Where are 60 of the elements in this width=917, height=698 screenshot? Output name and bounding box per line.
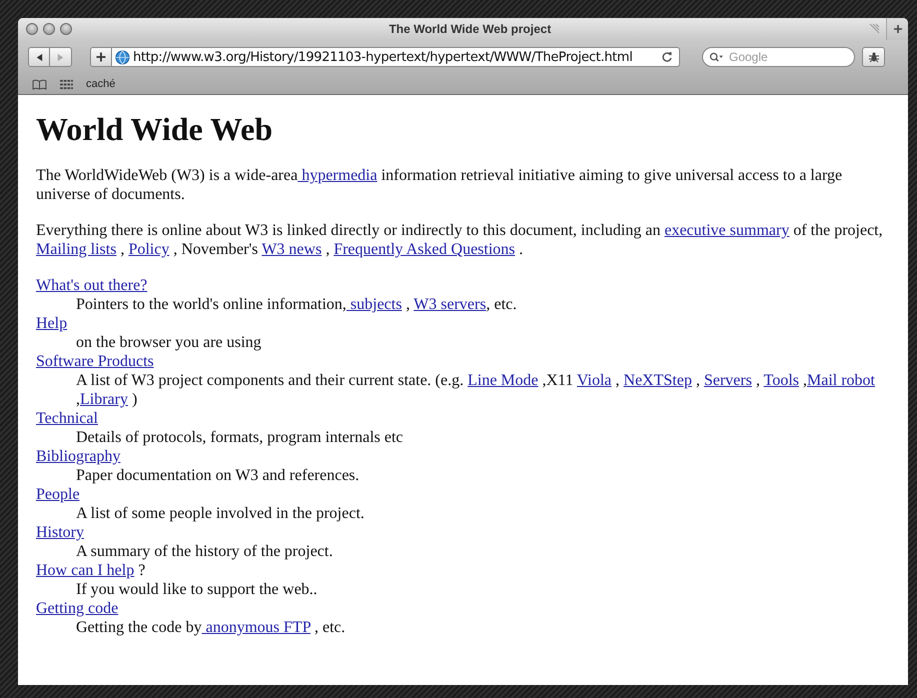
question-mark: ? <box>137 562 146 579</box>
bookmark-link[interactable]: caché <box>86 78 116 90</box>
text-link[interactable]: Mail robot <box>806 372 875 389</box>
topic-link[interactable]: Getting code <box>36 600 118 617</box>
text-link[interactable]: Frequently Asked Questions <box>334 241 516 258</box>
globe-icon <box>115 50 130 64</box>
topic-link[interactable]: History <box>36 524 84 541</box>
topic-description: Details of protocols, formats, program internals etc <box>75 428 404 447</box>
plus-icon <box>892 24 902 34</box>
topic-description: A list of some people involved in the project. <box>75 504 366 523</box>
text-link[interactable]: Viola <box>576 372 612 389</box>
topic-link[interactable]: Bibliography <box>36 448 120 465</box>
text-link[interactable]: Library <box>80 391 128 408</box>
text-link[interactable]: Policy <box>128 241 170 258</box>
back-button[interactable] <box>28 47 50 67</box>
resize-grip-icon <box>868 23 880 35</box>
minimize-button[interactable] <box>43 23 55 35</box>
plus-icon <box>96 52 106 62</box>
topic-description: Getting the code by anonymous FTP , etc. <box>75 618 346 637</box>
topic-link[interactable]: Software Products <box>36 353 154 370</box>
topic-link[interactable]: How can I help <box>36 562 134 579</box>
bug-button[interactable] <box>862 47 885 67</box>
text-link[interactable]: W3 servers <box>414 296 486 313</box>
book-icon[interactable] <box>32 78 47 90</box>
text-link[interactable]: executive summary <box>664 222 790 239</box>
zoom-button[interactable] <box>60 23 72 35</box>
text-link[interactable]: Mailing lists <box>36 241 116 258</box>
reload-icon[interactable] <box>661 51 673 63</box>
grid-icon[interactable] <box>59 78 74 90</box>
left-triangle-icon <box>34 52 44 62</box>
topic-description: Pointers to the world's online information, subjects , W3 servers, etc. <box>75 295 518 314</box>
topic-description: A summary of the history of the project. <box>75 542 334 561</box>
text-link[interactable]: subjects <box>346 296 402 313</box>
topic-link[interactable]: What's out there? <box>36 277 148 294</box>
add-bookmark-button[interactable] <box>90 47 112 67</box>
bug-icon <box>868 51 880 63</box>
text-link[interactable]: Tools <box>764 372 799 389</box>
text-link[interactable]: Line Mode <box>468 372 538 389</box>
text-link[interactable]: W3 news <box>262 241 322 258</box>
close-button[interactable] <box>26 23 38 35</box>
topic-link[interactable]: Help <box>36 315 68 332</box>
text-link[interactable]: anonymous FTP <box>202 619 310 636</box>
paragraph: Everything there is online about W3 is linked directly or indirectly to this document, including an executive summary of the project, Mailing lists , Policy , November's W3 news , Frequently Asked Questions . <box>36 221 884 259</box>
search-field[interactable]: Google <box>702 47 855 67</box>
right-triangle-icon <box>56 52 65 62</box>
text-link[interactable]: NeXTStep <box>624 372 692 389</box>
topic-description: A list of W3 project components and their current state. (e.g. Line Mode ,X11 Viola , NeXTStep , Servers , Tools ,Mail robot ,Library ) <box>75 371 876 409</box>
address-field[interactable]: http://www.w3.org/History/19921103-hypertext/hypertext/WWW/TheProject.html <box>112 47 680 67</box>
topic-description: Paper documentation on W3 and references. <box>75 466 360 485</box>
search-icon <box>709 52 724 63</box>
page-heading: World Wide Web <box>36 111 274 147</box>
paragraph: The WorldWideWeb (W3) is a wide-area hypermedia information retrieval initiative aiming to give universal access to a large universe of documents. <box>36 166 844 204</box>
new-tab-button[interactable] <box>886 18 908 40</box>
text-link[interactable]: hypermedia <box>298 167 378 184</box>
topic-description: If you would like to support the web.. <box>75 580 318 599</box>
text-link[interactable]: Servers <box>704 372 752 389</box>
window-title: The World Wide Web project <box>388 22 552 36</box>
topic-link[interactable]: People <box>36 486 80 503</box>
topic-description: on the browser you are using <box>75 333 262 352</box>
topic-link[interactable]: Technical <box>36 410 98 427</box>
